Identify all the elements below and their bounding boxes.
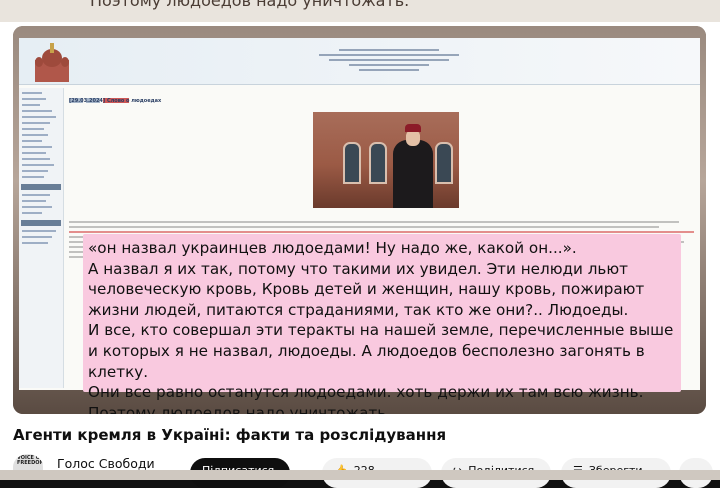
- site-sidebar: [19, 88, 64, 388]
- youtube-watch-page: [29.03.2024] Слово о людоедах «он назвал…: [0, 22, 720, 488]
- cathedral-logo-icon: [35, 43, 69, 82]
- priest-photo: [313, 112, 459, 208]
- site-header: [19, 38, 700, 85]
- article-title: [29.03.2024] Слово о людоедах: [69, 98, 162, 104]
- site-breadcrumb: [69, 88, 149, 103]
- bottom-overlay-strip: [0, 470, 720, 480]
- avatar-label: VOICE OF FREEDOM: [17, 455, 43, 466]
- top-overlay-text: Поэтому людоедов надо уничтожать.: [90, 0, 410, 10]
- video-title: Агенти кремля в Україні: факти та розслі…: [13, 426, 447, 444]
- site-title-block: [319, 46, 459, 74]
- video-player[interactable]: [29.03.2024] Слово о людоедах «он назвал…: [13, 26, 706, 414]
- quote-overlay: «он назвал украинцев людоедами! Ну надо …: [83, 234, 681, 414]
- top-overlay-strip: Поэтому людоедов надо уничтожать.: [0, 0, 720, 22]
- channel-name[interactable]: Голос Свободи: [57, 456, 155, 471]
- quote-text: «он назвал украинцев людоедами! Ну надо …: [88, 239, 674, 414]
